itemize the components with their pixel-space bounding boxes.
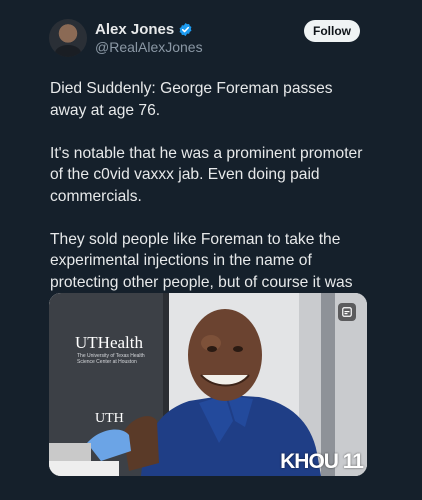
verified-badge-icon: [179, 22, 192, 37]
author-name-row: Alex Jones: [95, 21, 193, 38]
post-paragraph: Died Suddenly: George Foreman passes awa…: [50, 80, 333, 119]
author-avatar[interactable]: [49, 19, 87, 57]
author-name[interactable]: Alex Jones: [95, 21, 174, 38]
media-watermark: KHOU 11: [280, 450, 364, 473]
media-scene: [49, 293, 367, 476]
media-logo-subtext: The University of Texas Health Science C…: [77, 353, 145, 365]
caption-icon[interactable]: [338, 303, 356, 321]
post-media-image[interactable]: UTHealth The University of Texas Health …: [49, 293, 367, 476]
media-logo-bottom: UTH: [95, 411, 124, 426]
author-handle[interactable]: @RealAlexJones: [95, 39, 203, 55]
follow-button[interactable]: Follow: [304, 20, 360, 42]
media-logo-text: UTHealth: [75, 333, 143, 352]
post-paragraph: It's notable that he was a prominent pro…: [50, 144, 363, 205]
